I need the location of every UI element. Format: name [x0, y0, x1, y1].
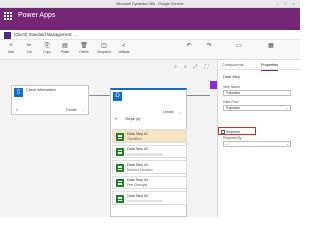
snapshot-icon: ◫: [101, 43, 107, 49]
required-checkbox-highlight[interactable]: Required: [218, 127, 256, 135]
step-item[interactable]: Data Step #2: [112, 144, 187, 158]
flow-path: (Client) Standard Management: ...: [14, 32, 78, 37]
data-step-icon: [116, 179, 124, 187]
required-by-value: --: [225, 142, 228, 146]
step-item[interactable]: Data Step #3 Needed Services: [112, 160, 187, 174]
delete-icon: 🗑: [80, 43, 88, 49]
collapse-icon[interactable]: ▾: [115, 117, 117, 121]
app-header: Power Apps: [0, 8, 300, 30]
step-list: Data Step #1 Transition Data Step #2 Dat…: [112, 129, 187, 207]
step-item[interactable]: Data Step #5: [112, 191, 187, 205]
ribbon-button[interactable]: ▭: [234, 42, 244, 58]
step-subtitle: Transition: [127, 136, 142, 141]
copy-label: Copy: [43, 50, 51, 54]
cut-button[interactable]: ✂ Cut: [21, 42, 37, 58]
paste-button[interactable]: ▤ Paste: [57, 42, 73, 58]
app-brand[interactable]: Power Apps: [18, 12, 55, 19]
tab-properties[interactable]: Properties: [261, 63, 279, 71]
required-label: Required: [226, 129, 240, 134]
chevron-down-icon[interactable]: ⌄: [82, 108, 85, 112]
paste-label: Paste: [60, 50, 70, 54]
stage-name: Steps (4): [125, 117, 141, 121]
stage-count: 1: [16, 108, 18, 112]
step-subtitle: Fee Changes: [127, 183, 148, 188]
tab-components[interactable]: Components: [222, 63, 244, 67]
stage-connector: [89, 95, 110, 96]
data-field-value: Transition: [225, 106, 241, 110]
stage-client-information[interactable]: ▯ Client Information 1 Details ⌄: [11, 85, 89, 115]
delete-label: Delete: [79, 50, 89, 54]
step-title: Data Step #5: [127, 193, 148, 198]
stage-icon: ▯: [14, 88, 23, 97]
data-step-icon: [116, 194, 124, 203]
next-stage-tab[interactable]: [210, 81, 217, 89]
panel-tabs: Components Properties: [218, 60, 301, 71]
chevron-down-icon: ⌄: [286, 142, 289, 146]
data-step-icon: [116, 163, 124, 172]
delete-button[interactable]: 🗑 Delete: [76, 42, 92, 58]
stage-badge: D: [113, 92, 122, 101]
ribbon-icon: ▭: [236, 43, 242, 49]
command-toolbar: + Add ✂ Cut ⎘ Copy ▤ Paste 🗑 Delete ◫ Sn…: [0, 40, 300, 60]
required-checkbox[interactable]: [221, 130, 225, 134]
close-icon[interactable]: ×: [291, 1, 296, 6]
copy-button[interactable]: ⎘ Copy: [39, 42, 55, 58]
step-subtitle: Needed Services: [127, 167, 153, 172]
step-title: Data Step #2: [127, 147, 148, 151]
step-name-input[interactable]: Transition: [223, 90, 291, 96]
required-by-label: Required By: [223, 136, 242, 140]
step-title: Data Step #1: [127, 131, 148, 136]
zoom-out-icon[interactable]: ⌕: [182, 64, 189, 71]
expand-icon[interactable]: ⛶: [203, 64, 210, 71]
stage-details-link[interactable]: Details: [163, 110, 174, 114]
cut-icon: ✂: [26, 43, 32, 49]
redo-button[interactable]: ↷: [204, 42, 214, 58]
data-field-select[interactable]: Transition ⌄: [223, 105, 291, 111]
step-name-label: Step Name: [223, 85, 240, 89]
cut-label: Cut: [26, 50, 32, 54]
required-by-select[interactable]: -- ⌄: [223, 141, 291, 147]
save-button[interactable]: ▦: [266, 42, 276, 58]
validate-label: Validate: [118, 50, 130, 54]
step-placeholder: [127, 199, 163, 202]
app-launcher-icon[interactable]: [4, 12, 12, 20]
panel-heading: Data Step: [223, 75, 240, 79]
browser-title-bar: Microsoft Dynamics 365 - Google Chrome –…: [0, 0, 300, 8]
data-step-icon: [116, 132, 124, 141]
snapshot-label: Snapshot: [97, 50, 111, 54]
maximize-icon[interactable]: □: [283, 1, 288, 6]
chevron-down-icon[interactable]: ⌄: [179, 110, 182, 114]
window-title: Microsoft Dynamics 365 - Google Chrome: [116, 1, 184, 6]
validate-icon: ✓: [121, 43, 127, 49]
step-item[interactable]: Data Step #4 Fee Changes: [112, 175, 187, 189]
add-label: Add: [8, 50, 14, 54]
chevron-down-icon: ⌄: [286, 106, 289, 110]
redo-icon: ↷: [206, 43, 212, 49]
stage-details-link[interactable]: Details: [66, 108, 77, 112]
path-bar: (Client) Standard Management: ...: [0, 30, 300, 40]
app-tile-icon: [4, 31, 11, 39]
validate-button[interactable]: ✓ Validate: [116, 42, 132, 58]
data-step-icon: [116, 148, 124, 156]
step-title: Data Step #4: [127, 178, 148, 182]
plus-icon: +: [9, 43, 13, 49]
data-field-label: Data Field: [223, 100, 239, 104]
step-item[interactable]: Data Step #1 Transition: [112, 129, 187, 143]
copy-icon: ⎘: [44, 43, 50, 49]
stage-connector: [186, 95, 210, 96]
minimize-icon[interactable]: –: [275, 1, 280, 6]
zoom-in-icon[interactable]: ⌕: [172, 64, 179, 71]
save-icon: ▦: [268, 43, 274, 49]
undo-icon: ↶: [186, 43, 192, 49]
step-placeholder: [127, 153, 163, 156]
properties-panel: Components Properties Data Step Step Nam…: [217, 60, 301, 217]
stage-name: Client Information: [26, 88, 56, 92]
fit-icon[interactable]: ⤢: [192, 64, 199, 71]
step-title: Data Step #3: [127, 162, 148, 167]
snapshot-button[interactable]: ◫ Snapshot: [96, 42, 112, 58]
add-button[interactable]: + Add: [3, 42, 19, 58]
undo-button[interactable]: ↶: [184, 42, 194, 58]
paste-icon: ▤: [62, 43, 68, 49]
